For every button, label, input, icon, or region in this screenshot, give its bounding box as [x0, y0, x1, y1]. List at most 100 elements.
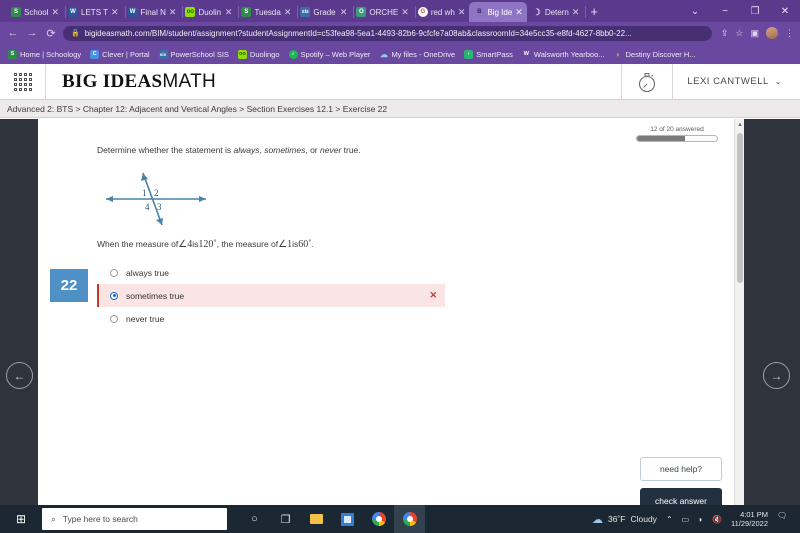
- close-icon[interactable]: ✕: [51, 7, 59, 18]
- option-label: always true: [126, 267, 169, 278]
- browser-tab[interactable]: W LETS T ✕: [63, 2, 126, 22]
- tab-title: ORCHE: [369, 7, 399, 17]
- browser-tab[interactable]: S Tuesda ✕: [236, 2, 299, 22]
- back-button[interactable]: ←: [6, 27, 20, 39]
- extensions-icon[interactable]: ▣: [750, 28, 759, 39]
- bookmark-item[interactable]: S Home | Schoology: [8, 49, 81, 59]
- header-right: LEXI CANTWELL ⌄: [621, 63, 800, 100]
- scroll-up-icon[interactable]: ▲: [735, 119, 745, 131]
- outlook-icon[interactable]: [332, 505, 363, 533]
- url-text: bigideasmath.com/BIM/student/assignment?…: [84, 28, 632, 38]
- bookmark-item[interactable]: ◗ Destiny Discover H...: [614, 50, 696, 59]
- previous-exercise-button[interactable]: ←: [6, 362, 33, 389]
- browser-tab[interactable]: oo Duolin ✕: [180, 2, 240, 22]
- reload-button[interactable]: ⟳: [44, 27, 58, 40]
- notification-icon[interactable]: 🗨: [777, 511, 793, 527]
- browser-tab[interactable]: O ORCHE ✕: [351, 2, 416, 22]
- bookmark-item[interactable]: ♪ Spotify – Web Player: [288, 49, 371, 59]
- option-sometimes-true[interactable]: sometimes true ✕: [97, 284, 445, 307]
- close-icon[interactable]: ✕: [284, 7, 292, 18]
- close-icon[interactable]: ✕: [111, 7, 119, 18]
- radio-icon[interactable]: [110, 268, 118, 277]
- prompt-text-3: , or: [305, 145, 321, 155]
- profile-avatar[interactable]: [766, 27, 778, 39]
- bookmark-item[interactable]: ☁ My files - OneDrive: [379, 50, 455, 59]
- weather-widget[interactable]: ☁ 36˚F Cloudy: [592, 513, 657, 526]
- option-always-true[interactable]: always true: [97, 261, 447, 284]
- radio-icon[interactable]: [110, 314, 118, 323]
- close-icon[interactable]: ✕: [458, 7, 466, 18]
- statement-text-3: , the measure of: [216, 239, 279, 249]
- schoology-icon: S: [241, 7, 252, 17]
- volume-mute-icon[interactable]: 🔇: [712, 515, 722, 524]
- smartpass-icon: ›: [464, 49, 474, 59]
- browser-tab[interactable]: sis Grade ✕: [295, 2, 355, 22]
- logo-thin-text: MATH: [162, 70, 216, 92]
- close-icon[interactable]: ✕: [169, 7, 177, 18]
- radio-icon-selected[interactable]: [110, 291, 118, 300]
- apps-grid-icon[interactable]: [0, 63, 46, 100]
- forward-button[interactable]: →: [25, 27, 39, 39]
- browser-tab[interactable]: ☽ Detern ✕: [527, 2, 587, 22]
- browser-tab[interactable]: W Final N ✕: [123, 2, 184, 22]
- destiny-icon: ◗: [615, 49, 621, 59]
- bookmark-item[interactable]: › SmartPass: [464, 49, 513, 59]
- chrome-active-icon[interactable]: [394, 505, 425, 533]
- tab-title: LETS T: [81, 7, 108, 17]
- need-help-button[interactable]: need help?: [640, 457, 722, 481]
- star-icon[interactable]: ☆: [735, 28, 743, 39]
- bookmark-item[interactable]: sis PowerSchool SIS: [158, 49, 229, 59]
- task-view-icon[interactable]: ❐: [270, 505, 301, 533]
- search-placeholder: Type here to search: [62, 514, 138, 524]
- maximize-button[interactable]: ❐: [740, 6, 770, 17]
- incorrect-x-icon: ✕: [429, 290, 437, 300]
- page-scrollbar[interactable]: ▲ ▼: [734, 119, 744, 531]
- windows-start-icon[interactable]: ⊞: [0, 512, 42, 526]
- chevron-up-icon[interactable]: ⌃: [666, 515, 673, 524]
- browser-tab-active[interactable]: B Big Ide ✕: [469, 2, 527, 22]
- battery-icon[interactable]: ▭: [682, 515, 690, 524]
- close-window-button[interactable]: ✕: [770, 6, 800, 17]
- progress-label: 12 of 20 answered: [650, 126, 704, 133]
- bookmark-label: Duolingo: [249, 49, 280, 59]
- scrollbar-thumb[interactable]: [737, 133, 743, 283]
- menu-icon[interactable]: ⋮: [785, 28, 794, 39]
- browser-tab[interactable]: G red wh ✕: [413, 2, 473, 22]
- question-number-badge: 22: [50, 269, 88, 302]
- close-icon[interactable]: ✕: [340, 7, 348, 18]
- bookmark-item[interactable]: C Clever | Portal: [90, 49, 150, 59]
- prompt-text-1: Determine whether the statement is: [97, 145, 234, 155]
- duolingo-icon: oo: [237, 49, 247, 59]
- close-icon[interactable]: ✕: [225, 7, 233, 18]
- onedrive-icon: ☁: [379, 49, 388, 59]
- clock-date: 11/29/2022: [731, 519, 768, 528]
- file-explorer-icon[interactable]: [301, 505, 332, 533]
- wifi-icon[interactable]: ◗: [698, 515, 703, 524]
- chrome-icon[interactable]: [363, 505, 394, 533]
- url-input[interactable]: 🔒 bigideasmath.com/BIM/student/assignmen…: [63, 25, 712, 41]
- cortana-icon[interactable]: ○: [239, 505, 270, 533]
- schoology-icon: S: [8, 49, 17, 59]
- search-input[interactable]: ⌕ Type here to search: [42, 508, 227, 530]
- tab-title: Tuesda: [254, 7, 281, 17]
- close-icon[interactable]: ✕: [515, 7, 523, 18]
- new-tab-button[interactable]: +: [583, 2, 605, 22]
- bookmark-label: PowerSchool SIS: [170, 49, 229, 59]
- user-menu[interactable]: LEXI CANTWELL ⌄: [673, 76, 800, 87]
- option-never-true[interactable]: never true: [97, 307, 447, 330]
- share-icon[interactable]: ⇪: [721, 28, 729, 39]
- browser-tab[interactable]: S School ✕: [6, 2, 67, 22]
- next-exercise-button[interactable]: →: [763, 362, 790, 389]
- close-icon[interactable]: ✕: [401, 7, 409, 18]
- clock[interactable]: 4:01 PM 11/29/2022: [731, 510, 768, 529]
- bookmark-item[interactable]: oo Duolingo: [237, 49, 280, 59]
- sis-icon: sis: [158, 49, 168, 59]
- moon-icon: ☽: [532, 7, 541, 17]
- stopwatch-icon[interactable]: [621, 63, 674, 100]
- close-icon[interactable]: ✕: [572, 7, 580, 18]
- tab-search-icon[interactable]: ⌄: [680, 6, 710, 17]
- minimize-button[interactable]: −: [710, 6, 740, 17]
- bookmark-item[interactable]: W Walsworth Yearboo...: [522, 50, 605, 59]
- bookmark-label: Spotify – Web Player: [300, 49, 371, 59]
- statement-value-120: 120˚: [198, 239, 217, 250]
